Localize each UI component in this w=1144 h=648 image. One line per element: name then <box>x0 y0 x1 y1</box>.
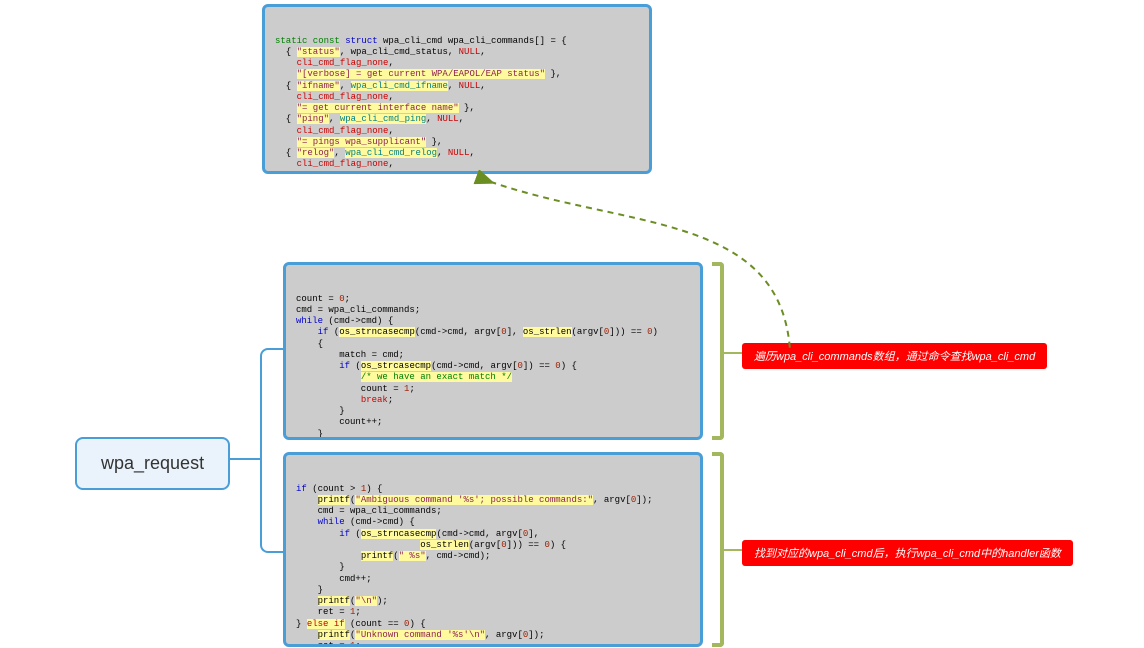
code-content-top: static const struct wpa_cli_cmd wpa_cli_… <box>275 36 639 175</box>
connector-h2 <box>270 348 284 350</box>
bracket-bottom <box>712 452 724 647</box>
main-node-text: wpa_request <box>101 453 204 473</box>
code-content-bot: if (count > 1) { printf("Ambiguous comma… <box>296 484 690 648</box>
main-node-label: wpa_request <box>75 437 230 490</box>
code-content-mid: count = 0; cmd = wpa_cli_commands; while… <box>296 294 690 441</box>
connector-h <box>230 458 260 460</box>
connector-h3 <box>270 551 284 553</box>
code-block-handler-exec: if (count > 1) { printf("Ambiguous comma… <box>283 452 703 647</box>
code-block-commands-array: static const struct wpa_cli_cmd wpa_cli_… <box>262 4 652 174</box>
line-bracket-to-label-top <box>724 352 742 354</box>
line-bracket-to-label-bot <box>724 549 742 551</box>
annotation-top: 遍历wpa_cli_commands数组，通过命令查找wpa_cli_cmd <box>742 343 1047 369</box>
bracket-top <box>712 262 724 440</box>
code-block-search-loop: count = 0; cmd = wpa_cli_commands; while… <box>283 262 703 440</box>
connector-left <box>260 348 272 553</box>
annotation-bottom: 找到对应的wpa_cli_cmd后，执行wpa_cli_cmd中的handler… <box>742 540 1073 566</box>
